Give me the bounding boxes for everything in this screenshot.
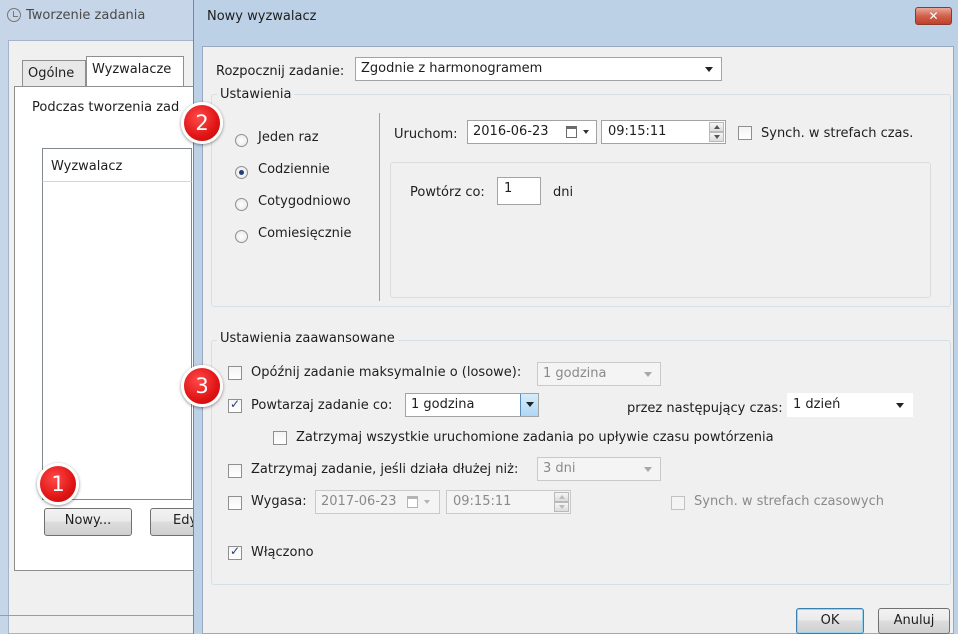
new-trigger-button[interactable]: Nowy... <box>44 508 132 536</box>
spin-down-icon[interactable] <box>554 502 569 512</box>
repeat-every-label: Powtórz co: <box>410 185 485 200</box>
repeat-label[interactable]: Powtarzaj zadanie co: <box>251 398 392 413</box>
stop-if-longer-value: 3 dni <box>543 461 576 476</box>
stop-if-longer-select[interactable]: 3 dni <box>537 457 661 481</box>
spin-up-icon[interactable] <box>554 492 569 502</box>
tab-general[interactable]: Ogólne <box>22 60 86 86</box>
close-icon[interactable]: ✕ <box>915 7 952 25</box>
expire-date-picker[interactable]: 2017-06-23 <box>315 490 440 514</box>
start-label: Uruchom: <box>394 127 458 142</box>
radio-once-label[interactable]: Jeden raz <box>258 130 319 145</box>
background-window: Tworzenie zadania Ogólne Wyzwalacze Podc… <box>0 0 210 634</box>
delay-label[interactable]: Opóźnij zadanie maksymalnie o (losowe): <box>251 365 521 380</box>
tab-description: Podczas tworzenia zad <box>32 100 180 115</box>
step-badge-3: 3 <box>181 365 223 407</box>
expire-label[interactable]: Wygasa: <box>251 494 307 509</box>
repeat-every-input[interactable]: 1 <box>497 177 541 205</box>
settings-group-title: Ustawienia <box>217 87 295 102</box>
chevron-down-icon <box>526 402 534 407</box>
step-badge-2: 2 <box>181 102 223 144</box>
chevron-down-icon <box>583 130 589 134</box>
ok-button[interactable]: OK <box>796 608 864 634</box>
clock-icon <box>7 8 21 22</box>
recurrence-panel <box>390 162 931 298</box>
settings-separator <box>379 113 380 301</box>
sync-timezones-label[interactable]: Synch. w strefach czas. <box>761 126 913 141</box>
start-task-value: Zgodnie z harmonogramem <box>361 61 543 76</box>
start-task-label: Rozpocznij zadanie: <box>216 64 345 79</box>
chevron-down-icon <box>705 67 713 72</box>
radio-daily[interactable] <box>235 166 248 179</box>
stop-all-checkbox[interactable] <box>273 431 287 445</box>
spin-up-icon[interactable] <box>709 122 724 132</box>
start-date-value: 2016-06-23 <box>473 124 549 139</box>
start-time-value: 09:15:11 <box>608 124 667 139</box>
dialog-title: Nowy wyzwalacz <box>207 9 317 24</box>
duration-value: 1 dzień <box>793 397 841 412</box>
expire-sync-label[interactable]: Synch. w strefach czasowych <box>694 494 884 509</box>
repeat-every-unit: dni <box>553 185 574 200</box>
chevron-down-icon <box>644 372 652 377</box>
start-task-select[interactable]: Zgodnie z harmonogramem <box>355 57 722 81</box>
divider <box>0 615 205 616</box>
duration-select[interactable]: 1 dzień <box>787 393 913 417</box>
step-badge-1: 1 <box>37 463 79 505</box>
radio-once[interactable] <box>235 134 248 147</box>
repeat-interval-select[interactable]: 1 godzina <box>405 393 539 417</box>
tab-triggers[interactable]: Wyzwalacze <box>86 56 184 86</box>
radio-monthly[interactable] <box>235 230 248 243</box>
enabled-label[interactable]: Włączono <box>251 545 314 560</box>
trigger-list-header[interactable]: Wyzwalacz <box>42 148 192 182</box>
expire-checkbox[interactable] <box>228 496 242 510</box>
trigger-list[interactable] <box>42 148 192 500</box>
sync-timezones-checkbox[interactable] <box>738 126 752 140</box>
expire-time-spinner[interactable] <box>554 492 569 512</box>
repeat-checkbox[interactable] <box>228 397 242 413</box>
repeat-interval-value: 1 godzina <box>411 397 475 412</box>
background-window-title: Tworzenie zadania <box>26 8 146 23</box>
delay-select[interactable]: 1 godzina <box>537 362 661 386</box>
expire-time-input[interactable]: 09:15:11 <box>446 490 571 514</box>
expire-sync-checkbox[interactable] <box>671 496 685 510</box>
stop-if-longer-checkbox[interactable] <box>228 464 242 478</box>
radio-daily-label[interactable]: Codziennie <box>258 162 330 177</box>
chevron-down-icon <box>644 467 652 472</box>
delay-checkbox[interactable] <box>228 366 242 380</box>
chevron-down-icon <box>424 500 430 504</box>
chevron-down-icon <box>896 403 904 408</box>
duration-label: przez następujący czas: <box>627 401 783 416</box>
radio-weekly-label[interactable]: Cotygodniowo <box>258 194 351 209</box>
radio-monthly-label[interactable]: Comiesięcznie <box>258 226 352 241</box>
expire-time-value: 09:15:11 <box>453 494 512 509</box>
start-time-spinner[interactable] <box>709 122 724 142</box>
radio-weekly[interactable] <box>235 198 248 211</box>
tab-strip: Ogólne Wyzwalacze <box>14 56 204 86</box>
enabled-checkbox[interactable] <box>228 544 242 560</box>
advanced-group-title: Ustawienia zaawansowane <box>217 331 398 346</box>
start-time-input[interactable]: 09:15:11 <box>601 120 726 144</box>
cancel-button[interactable]: Anuluj <box>878 608 950 634</box>
calendar-icon[interactable] <box>407 496 418 508</box>
calendar-icon[interactable] <box>566 126 577 138</box>
stop-all-label[interactable]: Zatrzymaj wszystkie uruchomione zadania … <box>296 430 774 445</box>
expire-date-value: 2017-06-23 <box>321 494 397 509</box>
spin-down-icon[interactable] <box>709 132 724 142</box>
delay-value: 1 godzina <box>543 366 607 381</box>
start-date-picker[interactable]: 2016-06-23 <box>467 120 597 144</box>
stop-if-longer-label[interactable]: Zatrzymaj zadanie, jeśli działa dłużej n… <box>251 462 518 477</box>
repeat-interval-dropdown-button[interactable] <box>520 394 538 416</box>
